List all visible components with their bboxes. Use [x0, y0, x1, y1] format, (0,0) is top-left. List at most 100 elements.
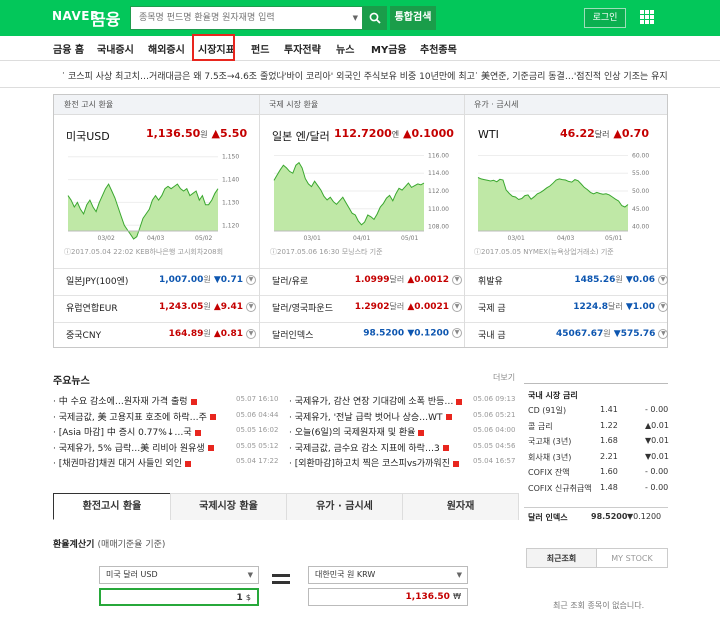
- chevron-down-icon[interactable]: ▼: [452, 328, 462, 338]
- usd-unit: 원: [200, 130, 208, 139]
- ticker-item[interactable]: 코스피 사상 최고치…거래대금은 왜 7.5조→4.6조 줄었나: [68, 69, 285, 82]
- rate-name[interactable]: CD (91일): [528, 405, 566, 416]
- index-label[interactable]: 국제 금: [478, 301, 506, 314]
- news-item[interactable]: · 中 수요 감소에…원자재 가격 출렁: [53, 394, 233, 407]
- chevron-down-icon[interactable]: ▼: [658, 301, 668, 312]
- chevron-down-icon[interactable]: ▼: [658, 328, 669, 339]
- tab-oil-gold[interactable]: 유가 · 금시세: [286, 493, 403, 520]
- news-date: 05.06 09:13: [473, 395, 516, 403]
- wti-name[interactable]: WTI: [478, 128, 499, 141]
- chevron-down-icon[interactable]: ▼: [246, 274, 256, 285]
- chevron-down-icon: ▼: [247, 571, 253, 579]
- rate-name[interactable]: COFIX 잔액: [528, 467, 570, 478]
- news-item[interactable]: · [Asia 마감] 中 증시 0.77%↓…국: [53, 425, 233, 438]
- more-news-link[interactable]: 더보기: [493, 372, 515, 383]
- news-date: 05.07 16:10: [236, 395, 279, 403]
- search-box[interactable]: ▼: [130, 6, 363, 30]
- news-item[interactable]: · 국제유가, 5% 급락…美 리비아 원유생: [53, 441, 233, 454]
- finance-logo[interactable]: 금융: [91, 6, 120, 30]
- index-label[interactable]: 중국CNY: [66, 328, 101, 341]
- news-item[interactable]: · 국제유가, '전날 급락 벗어나 상승…WT: [289, 410, 469, 423]
- index-label[interactable]: 달러/영국파운드: [272, 301, 333, 314]
- wti-chart[interactable]: 60.00 55.00 50.00 45.00 40.00 03/01 04/03 05/01: [474, 147, 664, 245]
- index-label[interactable]: 유럽연합EUR: [66, 301, 118, 314]
- usd-source: ⓘ2017.05.04 22:02 KEB하나은행 고시회차208회: [64, 247, 223, 257]
- calc-subtitle: (매매기준율 기준): [97, 540, 166, 550]
- search-input[interactable]: [131, 7, 331, 29]
- news-item[interactable]: · 국제금값, 美 고용지표 호조에 하락…주: [53, 410, 233, 423]
- index-value: 1224.8달러 ▼1.00 ▼: [556, 301, 668, 312]
- nav-news[interactable]: 뉴스: [336, 41, 354, 56]
- from-currency-label: 미국 달러 USD: [106, 570, 158, 579]
- tab-intl-exchange[interactable]: 국제시장 환율: [170, 493, 287, 520]
- index-label[interactable]: 일본JPY(100엔): [66, 274, 128, 287]
- nav-recommended[interactable]: 추천종목: [420, 41, 457, 56]
- index-label[interactable]: 달러/유로: [272, 274, 308, 287]
- news-item[interactable]: · [채권마감]채권 대거 사들인 외인: [53, 456, 233, 469]
- tab-recent-view[interactable]: 최근조회: [526, 548, 597, 568]
- search-button[interactable]: [363, 6, 387, 30]
- login-button[interactable]: 로그인: [584, 8, 626, 28]
- apps-grid-icon[interactable]: [640, 10, 654, 24]
- news-item[interactable]: · 국제금값, 금수요 감소 지표에 하락…3: [289, 441, 469, 454]
- x-tick-label: 05/02: [195, 235, 212, 242]
- tab-commodities[interactable]: 원자재: [402, 493, 519, 520]
- nav-domestic-stock[interactable]: 국내증시: [97, 41, 134, 56]
- chevron-down-icon[interactable]: ▼: [658, 274, 668, 285]
- index-label[interactable]: 국내 금: [478, 328, 506, 341]
- tab-exchange-rate[interactable]: 환전고시 환율: [53, 493, 171, 520]
- to-currency-select[interactable]: 대한민국 원 KRW ▼: [308, 566, 468, 584]
- bottom-tabs: 환전고시 환율 국제시장 환율 유가 · 금시세 원자재: [53, 493, 519, 520]
- panel-header-oil-gold[interactable]: 유가 · 금시세: [464, 95, 667, 115]
- rate-name[interactable]: COFIX 신규취급액: [528, 483, 592, 494]
- y-tick-label: 110.00: [428, 206, 449, 213]
- rate-name[interactable]: 콜 금리: [528, 421, 553, 432]
- rate-value: 1.41: [600, 405, 618, 414]
- from-amount-input[interactable]: 1 $: [99, 588, 259, 606]
- chevron-down-icon[interactable]: ▼: [246, 328, 256, 339]
- x-tick-label: 05/01: [605, 235, 622, 242]
- nav-overseas-stock[interactable]: 해외증시: [148, 41, 185, 56]
- index-unit: 달러: [389, 302, 405, 311]
- tab-my-stock[interactable]: MY STOCK: [596, 548, 668, 568]
- chevron-down-icon[interactable]: ▼: [246, 301, 256, 312]
- unified-search-button[interactable]: 통합검색: [390, 6, 436, 30]
- from-currency-select[interactable]: 미국 달러 USD ▼: [99, 566, 259, 584]
- news-text: 국제금값, 美 고용지표 호조에 하락…주: [58, 412, 207, 423]
- ticker-item[interactable]: '바이 코리아' 외국인 주식보유 비중 10년만에 최고: [284, 69, 475, 82]
- news-item[interactable]: · 국제유가, 감산 연장 기대감에 소폭 반등…: [289, 394, 469, 407]
- x-tick-label: 04/01: [353, 235, 370, 242]
- news-date: 05.05 16:02: [236, 426, 279, 434]
- jpy-usd-chart[interactable]: 116.00 114.00 112.00 110.00 108.00 03/01 04/01…: [270, 147, 460, 245]
- new-badge-icon: [190, 398, 197, 405]
- chevron-down-icon[interactable]: ▼: [452, 274, 462, 285]
- panel-header-intl-exchange[interactable]: 국제 시장 환율: [259, 95, 464, 115]
- ticker-bullet: ·: [62, 69, 65, 79]
- news-item[interactable]: · [외환마감]하고치 찍은 코스피vs가까워진: [289, 456, 469, 469]
- rate-name[interactable]: 국고채 (3년): [528, 436, 571, 447]
- recent-empty-text: 최근 조회 종목이 없습니다.: [553, 601, 645, 610]
- new-badge-icon: [207, 445, 214, 451]
- nav-my-finance[interactable]: MY금융: [371, 41, 407, 56]
- panel-header-exchange[interactable]: 환전 고시 환율: [54, 95, 259, 115]
- x-tick-label: 03/02: [98, 235, 115, 242]
- nav-finance-home[interactable]: 금융 홈: [53, 41, 84, 56]
- index-change: ▼0.1200: [404, 328, 449, 339]
- usd-chart[interactable]: 1,150 1,140 1,130 1,120 03/02 04/03 05/02: [64, 147, 254, 245]
- chevron-down-icon[interactable]: ▼: [452, 301, 462, 312]
- nav-fund[interactable]: 펀드: [251, 41, 269, 56]
- index-label[interactable]: 달러인덱스: [272, 328, 313, 341]
- info-icon: ⓘ: [64, 248, 71, 256]
- rate-name[interactable]: 회사채 (3년): [528, 452, 571, 463]
- search-dropdown-icon[interactable]: ▼: [353, 14, 358, 22]
- rate-change: ▼0.01: [645, 436, 669, 445]
- divider: [464, 95, 465, 268]
- nav-investment-strategy[interactable]: 투자전략: [284, 41, 321, 56]
- to-amount-input[interactable]: 1,136.50 ₩: [308, 588, 468, 606]
- dollar-index-label[interactable]: 달러 인덱스: [528, 512, 568, 523]
- ticker-item[interactable]: 美연준, 기준금리 동결…'점진적 인상 기조는 유지: [481, 69, 668, 82]
- news-item[interactable]: · 오늘(6일)의 국제원자재 및 환율: [289, 425, 469, 438]
- index-label[interactable]: 휘발유: [478, 274, 503, 287]
- jpy-usd-name[interactable]: 일본 엔/달러: [272, 128, 330, 144]
- usd-name[interactable]: 미국USD: [66, 128, 110, 144]
